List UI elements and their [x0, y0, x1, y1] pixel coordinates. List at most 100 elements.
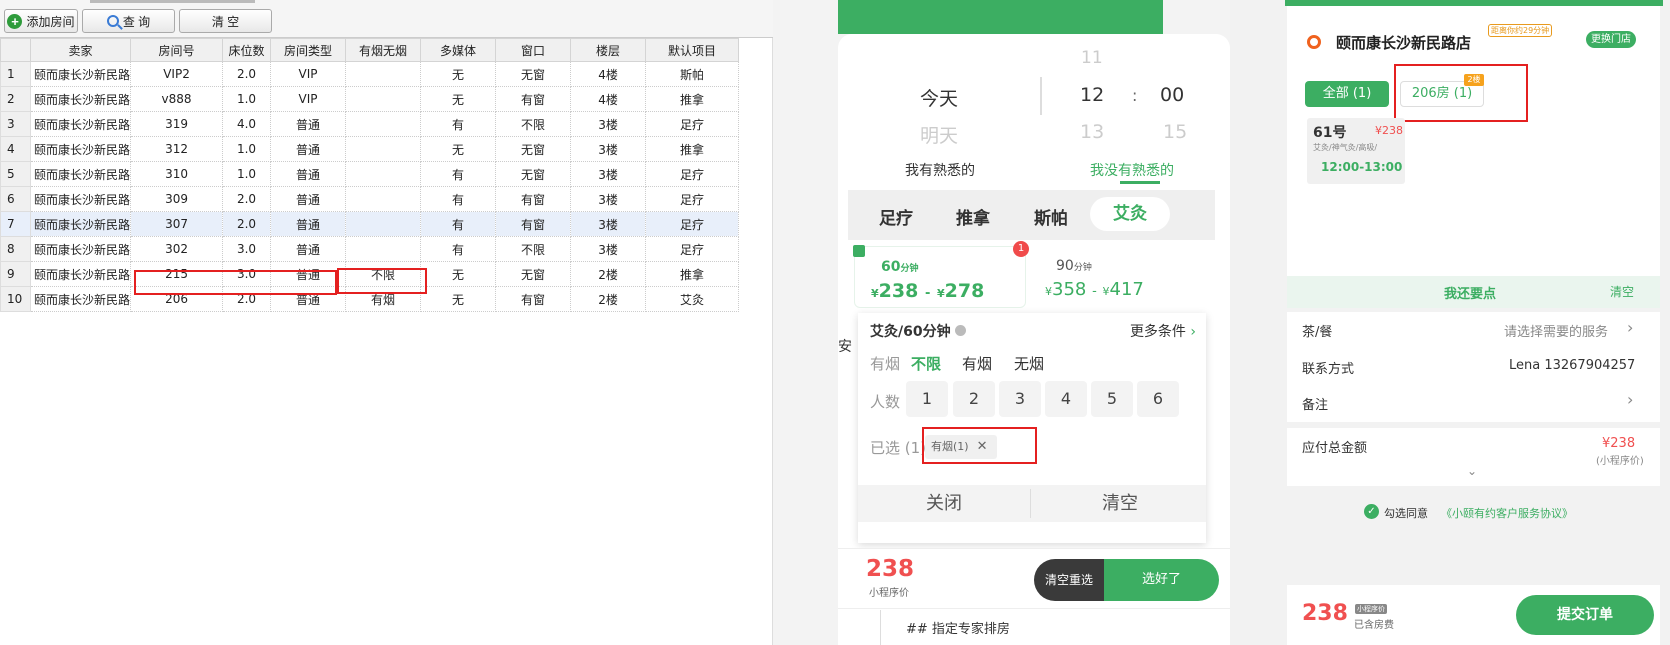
cell-beds[interactable]: 1.0 [222, 86, 272, 112]
smoke-option-no[interactable]: 无烟 [1014, 353, 1044, 374]
cell-media[interactable]: 无 [420, 136, 497, 162]
cell-smoke[interactable] [345, 186, 422, 212]
people-option[interactable]: 6 [1137, 381, 1179, 417]
column-header[interactable]: 楼层 [570, 38, 647, 62]
tea-meal-select[interactable]: 请选择需要的服务 [1504, 321, 1608, 340]
cell-media[interactable]: 无 [420, 61, 497, 87]
cell-seller[interactable]: 颐而康长沙新民路 [29, 261, 132, 287]
done-button[interactable]: 选好了 [1104, 559, 1219, 601]
cell-window[interactable]: 无窗 [495, 61, 572, 87]
cell-smoke[interactable] [345, 211, 422, 237]
cell-media[interactable]: 无 [420, 86, 497, 112]
minute-option[interactable]: 15 [1163, 121, 1187, 143]
cell-type[interactable]: 普通 [270, 161, 347, 187]
row-number[interactable]: 9 [0, 261, 31, 287]
cell-item[interactable]: 足疗 [645, 236, 740, 262]
cell-item[interactable]: 足疗 [645, 111, 740, 137]
change-store-button[interactable]: 更换门店 [1586, 31, 1636, 48]
cell-window[interactable]: 不限 [495, 236, 572, 262]
column-header[interactable]: 房间类型 [270, 38, 347, 62]
cell-room[interactable]: 312 [130, 136, 224, 162]
cell-window[interactable]: 不限 [495, 111, 572, 137]
cell-media[interactable]: 有 [420, 186, 497, 212]
cell-smoke[interactable] [345, 61, 422, 87]
cell-item[interactable]: 足疗 [645, 211, 740, 237]
cell-floor[interactable]: 3楼 [570, 136, 647, 162]
column-header[interactable]: 卖家 [29, 38, 132, 62]
cell-beds[interactable]: 1.0 [222, 161, 272, 187]
cell-beds[interactable]: 2.0 [222, 61, 272, 87]
cell-smoke[interactable] [345, 111, 422, 137]
service-tab-foot[interactable]: 足疗 [879, 204, 913, 229]
clear-filter-button[interactable]: 清空 [1034, 485, 1206, 522]
check-icon[interactable]: ✓ [1364, 504, 1379, 519]
minute-selected[interactable]: 00 [1160, 84, 1184, 106]
cell-item[interactable]: 推拿 [645, 136, 740, 162]
price-card-90[interactable]: 90分钟 ¥358 - ¥417 [1035, 246, 1207, 308]
cell-window[interactable]: 有窗 [495, 186, 572, 212]
cell-type[interactable]: VIP [270, 86, 347, 112]
tab-not-familiar[interactable]: 我没有熟悉的 [1090, 160, 1174, 180]
cell-media[interactable]: 无 [420, 261, 497, 287]
agreement-link[interactable]: 《小颐有约客户服务协议》 [1441, 505, 1573, 521]
cell-media[interactable]: 有 [420, 236, 497, 262]
column-header[interactable]: 多媒体 [420, 38, 497, 62]
cell-room[interactable]: 319 [130, 111, 224, 137]
submit-order-button[interactable]: 提交订单 [1516, 595, 1654, 635]
cell-window[interactable]: 有窗 [495, 211, 572, 237]
cell-media[interactable]: 有 [420, 161, 497, 187]
cell-smoke[interactable] [345, 136, 422, 162]
table-row[interactable]: 2 颐而康长沙新民路 v888 1.0 VIP 无有窗 4楼 推拿 [0, 86, 740, 112]
cell-room[interactable]: VIP2 [130, 61, 224, 87]
smoke-option-yes[interactable]: 有烟 [962, 353, 992, 374]
people-option[interactable]: 1 [906, 381, 948, 417]
cell-floor[interactable]: 4楼 [570, 86, 647, 112]
cell-floor[interactable]: 2楼 [570, 286, 647, 312]
cell-seller[interactable]: 颐而康长沙新民路 [29, 211, 132, 237]
cell-room[interactable]: 302 [130, 236, 224, 262]
cell-beds[interactable]: 2.0 [222, 186, 272, 212]
query-button[interactable]: 查 询 [82, 9, 175, 33]
row-number[interactable]: 2 [0, 86, 31, 112]
cell-beds[interactable]: 4.0 [222, 111, 272, 137]
row-number[interactable]: 1 [0, 61, 31, 87]
row-number[interactable]: 4 [0, 136, 31, 162]
add-room-button[interactable]: + 添加房间 [4, 9, 78, 33]
clear-extra-button[interactable]: 清空 [1610, 283, 1634, 300]
price-card-60[interactable]: 1 60分钟 ¥238 - ¥278 [853, 241, 1029, 308]
hour-option[interactable]: 11 [1081, 48, 1103, 68]
cell-beds[interactable]: 1.0 [222, 136, 272, 162]
close-button[interactable]: 关闭 [858, 485, 1030, 522]
hour-selected[interactable]: 12 [1080, 84, 1104, 106]
cell-type[interactable]: VIP [270, 61, 347, 87]
cell-item[interactable]: 足疗 [645, 186, 740, 212]
column-header[interactable]: 有烟无烟 [345, 38, 422, 62]
cell-window[interactable]: 有窗 [495, 286, 572, 312]
cell-media[interactable]: 有 [420, 211, 497, 237]
service-tab-spa[interactable]: 斯帕 [1034, 204, 1068, 229]
cell-room[interactable]: 307 [130, 211, 224, 237]
row-number[interactable]: 8 [0, 236, 31, 262]
row-number[interactable]: 6 [0, 186, 31, 212]
cell-floor[interactable]: 4楼 [570, 61, 647, 87]
row-number[interactable]: 10 [0, 286, 31, 312]
cell-media[interactable]: 有 [420, 111, 497, 137]
contact-value[interactable]: Lena 13267904257 [1509, 358, 1635, 373]
cell-smoke[interactable] [345, 86, 422, 112]
row-number[interactable]: 3 [0, 111, 31, 137]
cell-seller[interactable]: 颐而康长沙新民路 [29, 111, 132, 137]
table-row[interactable]: 4 颐而康长沙新民路 312 1.0 普通 无无窗 3楼 推拿 [0, 136, 740, 162]
people-option[interactable]: 4 [1045, 381, 1087, 417]
table-row[interactable]: 1 颐而康长沙新民路 VIP2 2.0 VIP 无无窗 4楼 斯帕 [0, 61, 740, 87]
table-row[interactable]: 3 颐而康长沙新民路 319 4.0 普通 有不限 3楼 足疗 [0, 111, 740, 137]
cell-floor[interactable]: 3楼 [570, 111, 647, 137]
table-row[interactable]: 8 颐而康长沙新民路 302 3.0 普通 有不限 3楼 足疗 [0, 236, 740, 262]
cell-window[interactable]: 无窗 [495, 261, 572, 287]
cell-seller[interactable]: 颐而康长沙新民路 [29, 86, 132, 112]
people-option[interactable]: 2 [953, 381, 995, 417]
cell-smoke[interactable] [345, 161, 422, 187]
cell-item[interactable]: 艾灸 [645, 286, 740, 312]
cell-floor[interactable]: 3楼 [570, 161, 647, 187]
people-option[interactable]: 5 [1091, 381, 1133, 417]
cell-type[interactable]: 普通 [270, 111, 347, 137]
